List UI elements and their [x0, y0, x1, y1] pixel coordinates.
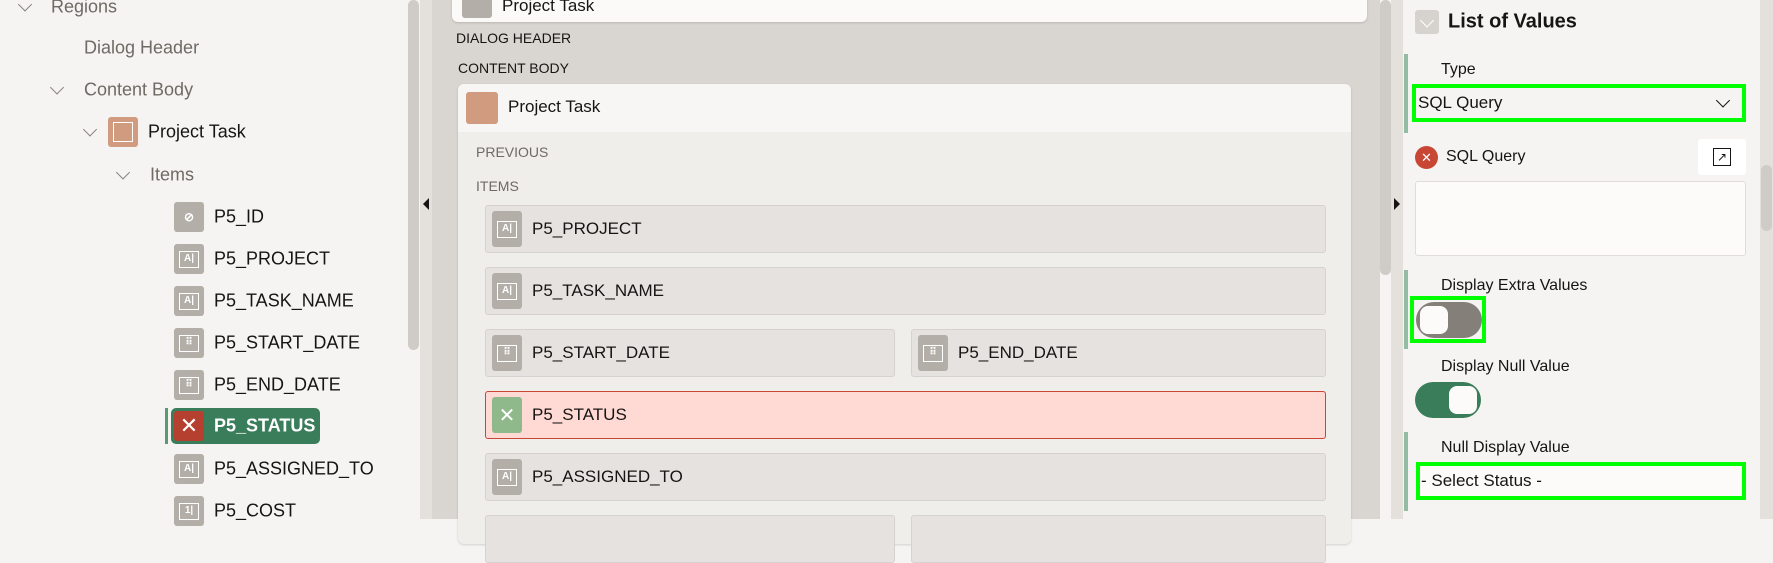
date-picker-icon: ⠿: [918, 335, 948, 371]
right-splitter[interactable]: [1391, 0, 1403, 519]
tree-item[interactable]: P5_STATUS: [214, 416, 315, 437]
display-null-value-toggle[interactable]: [1415, 382, 1481, 418]
item-label: P5_TASK_NAME: [532, 281, 664, 300]
region-icon: [108, 117, 138, 147]
date-picker-icon: ⠿: [174, 328, 204, 358]
collapse-section-button[interactable]: [1415, 10, 1439, 34]
tree-node-project-task[interactable]: Project Task: [148, 122, 246, 143]
tree-item[interactable]: P5_TASK_NAME: [214, 291, 354, 312]
layout-item-task-name[interactable]: A| P5_TASK_NAME: [485, 267, 1326, 315]
layout-item[interactable]: [911, 515, 1326, 563]
sql-query-textarea[interactable]: [1415, 181, 1746, 256]
toggle-knob: [1449, 386, 1477, 414]
type-value: SQL Query: [1418, 93, 1503, 112]
sql-query-label: SQL Query: [1446, 148, 1526, 165]
tree-node-regions[interactable]: Regions: [51, 0, 117, 18]
tree-scrollbar[interactable]: [408, 0, 419, 350]
expand-right-icon[interactable]: [1394, 198, 1400, 210]
text-field-icon: A|: [174, 454, 204, 484]
property-scroll-track: [1760, 0, 1773, 519]
text-field-icon: A|: [174, 286, 204, 316]
type-select[interactable]: SQL Query: [1412, 84, 1746, 122]
open-editor-icon: ↗: [1713, 148, 1731, 166]
expand-editor-button[interactable]: ↗: [1698, 139, 1746, 175]
chevron-down-icon: [1715, 93, 1731, 108]
selection-indicator: [165, 408, 168, 444]
modified-indicator: [1404, 432, 1408, 511]
dialog-header-label: DIALOG HEADER: [456, 30, 572, 46]
type-label: Type: [1441, 61, 1476, 78]
tree-item[interactable]: P5_ASSIGNED_TO: [214, 459, 374, 480]
tree-item[interactable]: P5_END_DATE: [214, 375, 341, 396]
item-label: P5_ASSIGNED_TO: [532, 467, 683, 486]
previous-label: PREVIOUS: [476, 144, 549, 160]
layout-scrollbar[interactable]: [1380, 0, 1391, 275]
rendering-tree-panel: Regions Dialog Header Content Body Proje…: [0, 0, 420, 526]
collapse-left-icon[interactable]: [423, 198, 429, 210]
display-extra-values-toggle[interactable]: [1416, 302, 1482, 338]
number-field-icon: 1|: [174, 496, 204, 526]
tree-item[interactable]: P5_COST: [214, 501, 296, 522]
section-title: List of Values: [1448, 10, 1577, 33]
select-list-icon: ✕: [492, 397, 522, 433]
layout-item-status[interactable]: ✕ P5_STATUS: [485, 391, 1326, 439]
item-label: P5_START_DATE: [532, 343, 670, 362]
modified-indicator: [1404, 54, 1408, 133]
display-null-value-label: Display Null Value: [1441, 358, 1570, 375]
text-field-icon: A|: [492, 211, 522, 247]
text-field-icon: A|: [492, 459, 522, 495]
left-splitter[interactable]: [420, 0, 432, 519]
tree-item[interactable]: P5_ID: [214, 207, 264, 228]
layout-item[interactable]: [485, 515, 895, 563]
layout-item-start-date[interactable]: ⠿ P5_START_DATE: [485, 329, 895, 377]
text-field-icon: A|: [492, 273, 522, 309]
property-editor: List of Values Type SQL Query ✕ SQL Quer…: [1403, 0, 1760, 519]
tree-node-content-body[interactable]: Content Body: [84, 80, 193, 101]
region-icon: [462, 0, 492, 18]
item-label: P5_END_DATE: [958, 343, 1078, 362]
tree-node-items[interactable]: Items: [150, 165, 194, 186]
null-display-value-label: Null Display Value: [1441, 439, 1570, 456]
chevron-down-icon[interactable]: [17, 0, 33, 12]
item-label: P5_PROJECT: [532, 219, 642, 238]
property-scrollbar[interactable]: [1761, 165, 1772, 231]
text-field-icon: A|: [174, 244, 204, 274]
layout-item-assigned-to[interactable]: A| P5_ASSIGNED_TO: [485, 453, 1326, 501]
date-picker-icon: ⠿: [174, 370, 204, 400]
tree-node-dialog-header[interactable]: Dialog Header: [84, 38, 199, 59]
tree-item[interactable]: P5_PROJECT: [214, 249, 330, 270]
hidden-item-icon: ⊘: [174, 202, 204, 232]
layout-editor: Project Task DIALOG HEADER CONTENT BODY …: [432, 0, 1391, 563]
null-display-value-input[interactable]: - Select Status -: [1416, 462, 1746, 500]
tree-item[interactable]: P5_START_DATE: [214, 333, 360, 354]
date-picker-icon: ⠿: [492, 335, 522, 371]
chevron-down-icon[interactable]: [49, 80, 65, 95]
region-title: Project Task: [508, 97, 601, 116]
toggle-knob: [1420, 306, 1448, 334]
content-body-label: CONTENT BODY: [458, 60, 569, 76]
items-label: ITEMS: [476, 178, 519, 194]
dialog-region-card[interactable]: Project Task: [452, 0, 1367, 22]
modified-indicator: [1404, 270, 1408, 349]
chevron-down-icon[interactable]: [82, 122, 98, 137]
display-extra-values-label: Display Extra Values: [1441, 277, 1588, 294]
layout-item-end-date[interactable]: ⠿ P5_END_DATE: [911, 329, 1326, 377]
item-label: P5_STATUS: [532, 405, 627, 424]
layout-item-project[interactable]: A| P5_PROJECT: [485, 205, 1326, 253]
chevron-down-icon[interactable]: [115, 165, 131, 180]
top-card-title: Project Task: [502, 0, 595, 15]
error-icon: ✕: [174, 411, 204, 441]
region-icon: [466, 92, 498, 124]
null-display-value: - Select Status -: [1421, 471, 1542, 490]
error-icon: ✕: [1415, 146, 1438, 169]
